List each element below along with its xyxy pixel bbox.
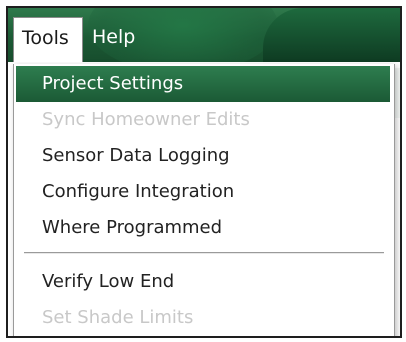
menu-item-set-shade-limits: Set Shade Limits	[42, 307, 194, 328]
menu-item-configure-integration[interactable]: Configure Integration	[16, 174, 390, 210]
menu-item-where-programmed[interactable]: Where Programmed	[16, 210, 390, 246]
menu-item-sensor-data-logging[interactable]: Sensor Data Logging	[16, 138, 390, 174]
menu-item-project-settings[interactable]: Project Settings	[16, 66, 390, 102]
menu-help[interactable]: Help	[84, 17, 143, 61]
menu-bar: Tools Help	[8, 8, 400, 62]
menu-bar-band	[263, 8, 400, 62]
menu-tools[interactable]: Tools	[13, 17, 83, 62]
menu-item-verify-low-end[interactable]: Verify Low End	[16, 264, 390, 300]
tools-dropdown-menu: Project Settings Sync Homeowner Edits Se…	[13, 64, 395, 336]
menu-separator	[24, 252, 384, 254]
menu-item-sync-homeowner-edits: Sync Homeowner Edits	[42, 109, 250, 130]
app-window: Tools Help Project Settings Sync Homeown…	[6, 6, 402, 338]
